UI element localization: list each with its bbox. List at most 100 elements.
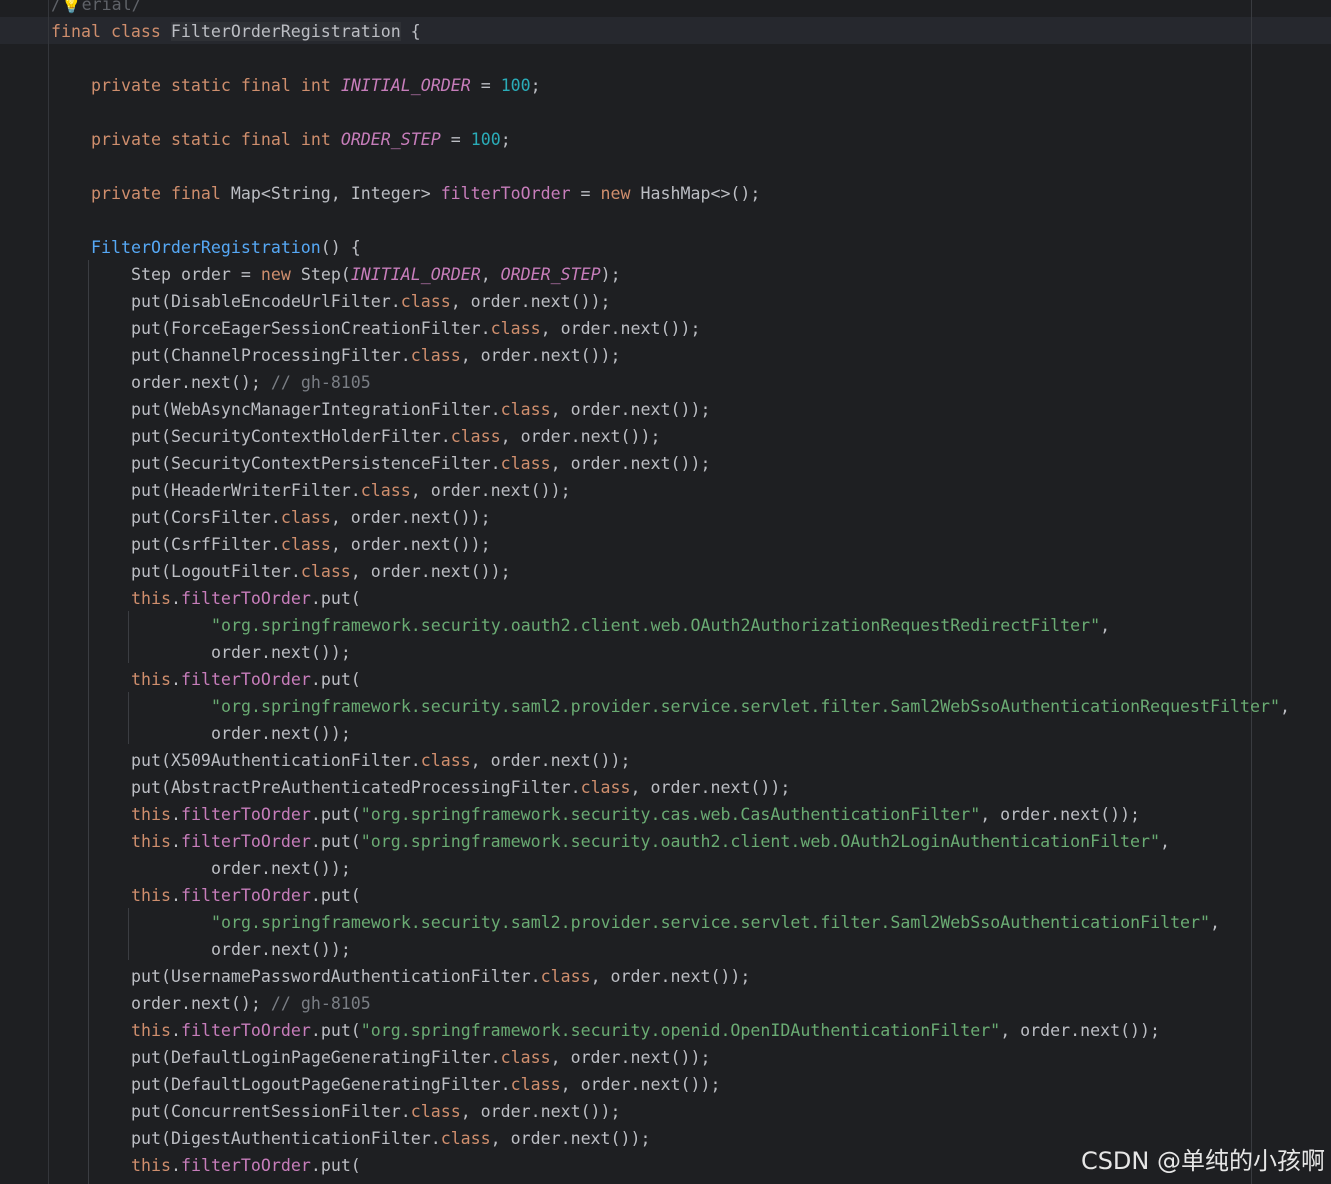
indent-guide (88, 260, 89, 1184)
code-token: = (570, 184, 601, 203)
code-line[interactable]: put(SecurityContextPersistenceFilter.cla… (131, 450, 710, 477)
code-token: , order.next()); (1000, 1021, 1161, 1040)
code-line[interactable]: put(LogoutFilter.class, order.next()); (131, 558, 511, 585)
code-token: put(CorsFilter. (131, 508, 281, 527)
code-token: , order.next()); (470, 751, 631, 770)
code-line[interactable]: order.next()); (211, 720, 351, 747)
code-line[interactable]: put(DigestAuthenticationFilter.class, or… (131, 1125, 651, 1152)
code-line[interactable]: put(DefaultLoginPageGeneratingFilter.cla… (131, 1044, 710, 1071)
code-token: this (131, 670, 171, 689)
code-token: , (1160, 832, 1171, 851)
code-token: = (470, 76, 501, 95)
code-token: , order.next()); (550, 400, 711, 419)
code-line[interactable]: put(DefaultLogoutPageGeneratingFilter.cl… (131, 1071, 720, 1098)
code-line[interactable]: "org.springframework.security.saml2.prov… (211, 909, 1220, 936)
code-token: "org.springframework.security.oauth2.cli… (360, 832, 1161, 851)
code-line[interactable]: final class FilterOrderRegistration { (51, 18, 421, 45)
code-token: ORDER_STEP (500, 265, 601, 284)
code-token: class (440, 1129, 491, 1148)
code-line[interactable]: this.filterToOrder.put("org.springframew… (131, 828, 1170, 855)
code-line[interactable]: "org.springframework.security.saml2.prov… (211, 693, 1290, 720)
code-line[interactable]: "org.springframework.security.oauth2.cli… (211, 612, 1110, 639)
code-line[interactable]: FilterOrderRegistration() { (91, 234, 361, 261)
code-token: final (240, 130, 291, 149)
code-line[interactable]: order.next()); (211, 639, 351, 666)
code-line[interactable]: this.filterToOrder.put("org.springframew… (131, 1017, 1160, 1044)
code-line[interactable]: put(ConcurrentSessionFilter.class, order… (131, 1098, 621, 1125)
code-line[interactable]: put(ChannelProcessingFilter.class, order… (131, 342, 621, 369)
code-token: , order.next()); (490, 1129, 651, 1148)
code-line[interactable]: /💡erial/ (51, 0, 142, 18)
code-line[interactable]: put(HeaderWriterFilter.class, order.next… (131, 477, 571, 504)
code-line[interactable]: private static final int ORDER_STEP = 10… (91, 126, 511, 153)
code-token: ); (600, 265, 621, 284)
code-token: put(DefaultLoginPageGeneratingFilter. (131, 1048, 501, 1067)
code-line[interactable]: put(AbstractPreAuthenticatedProcessingFi… (131, 774, 790, 801)
code-token: private (91, 76, 161, 95)
code-token: . (170, 805, 181, 824)
code-token: class (500, 1048, 551, 1067)
code-line[interactable]: this.filterToOrder.put( (131, 666, 361, 693)
code-token: "org.springframework.security.openid.Ope… (360, 1021, 1001, 1040)
code-line[interactable]: this.filterToOrder.put("org.springframew… (131, 801, 1140, 828)
code-line[interactable]: private final Map<String, Integer> filte… (91, 180, 760, 207)
code-token: = (440, 130, 471, 149)
code-line[interactable]: put(UsernamePasswordAuthenticationFilter… (131, 963, 750, 990)
code-line[interactable]: order.next()); (211, 855, 351, 882)
code-line[interactable]: put(ForceEagerSessionCreationFilter.clas… (131, 315, 700, 342)
code-line[interactable]: put(SecurityContextHolderFilter.class, o… (131, 423, 661, 450)
code-token: this (131, 589, 171, 608)
code-token: put(DisableEncodeUrlFilter. (131, 292, 401, 311)
code-token: , order.next()); (460, 1102, 621, 1121)
code-token: , order.next()); (410, 481, 571, 500)
code-token: .put( (310, 670, 361, 689)
code-token: order.next()); (211, 724, 351, 743)
code-line[interactable]: this.filterToOrder.put( (131, 882, 361, 909)
code-token: this (131, 1021, 171, 1040)
code-token: , (1279, 697, 1290, 716)
code-token: .put( (310, 1156, 361, 1175)
code-token: final (51, 22, 101, 41)
code-line[interactable]: put(DisableEncodeUrlFilter.class, order.… (131, 288, 611, 315)
code-token: ORDER_STEP (340, 130, 441, 149)
code-token: filterToOrder (180, 1156, 311, 1175)
code-token: this (131, 886, 171, 905)
code-token: put(HeaderWriterFilter. (131, 481, 361, 500)
code-token: put(LogoutFilter. (131, 562, 301, 581)
code-line[interactable]: Step order = new Step(INITIAL_ORDER, ORD… (131, 261, 621, 288)
code-token: put(SecurityContextHolderFilter. (131, 427, 451, 446)
code-token: put(ChannelProcessingFilter. (131, 346, 411, 365)
code-token: new (600, 184, 631, 203)
code-line[interactable]: this.filterToOrder.put( (131, 1152, 361, 1179)
code-token: new (260, 265, 291, 284)
code-token: Map<String, Integer> (220, 184, 441, 203)
code-line[interactable]: put(X509AuthenticationFilter.class, orde… (131, 747, 631, 774)
code-token: Step order = (131, 265, 261, 284)
code-token: INITIAL_ORDER (350, 265, 481, 284)
code-line[interactable]: order.next()); (211, 936, 351, 963)
code-token: FilterOrderRegistration (170, 22, 401, 41)
code-token: , order.next()); (460, 346, 621, 365)
code-line[interactable]: order.next(); // gh-8105 (131, 369, 371, 396)
code-token: 100 (500, 76, 531, 95)
code-token: "org.springframework.security.cas.web.Ca… (360, 805, 981, 824)
code-line[interactable]: private static final int INITIAL_ORDER =… (91, 72, 541, 99)
code-token: "org.springframework.security.oauth2.cli… (211, 616, 1101, 635)
code-token: filterToOrder (180, 805, 311, 824)
code-line[interactable]: put(CorsFilter.class, order.next()); (131, 504, 491, 531)
code-line[interactable]: this.filterToOrder.put( (131, 585, 361, 612)
code-line[interactable]: order.next(); // gh-8105 (131, 990, 371, 1017)
code-token: filterToOrder (180, 1021, 311, 1040)
code-token: class (580, 778, 631, 797)
code-editor[interactable]: /💡erial/final class FilterOrderRegistrat… (0, 0, 1331, 1184)
indent-guide (128, 611, 129, 663)
code-token: () { (320, 238, 361, 257)
code-token: . (170, 886, 181, 905)
code-line[interactable]: put(WebAsyncManagerIntegrationFilter.cla… (131, 396, 710, 423)
code-line[interactable]: put(CsrfFilter.class, order.next()); (131, 531, 491, 558)
code-token: { (400, 22, 421, 41)
code-token: , order.next()); (450, 292, 611, 311)
